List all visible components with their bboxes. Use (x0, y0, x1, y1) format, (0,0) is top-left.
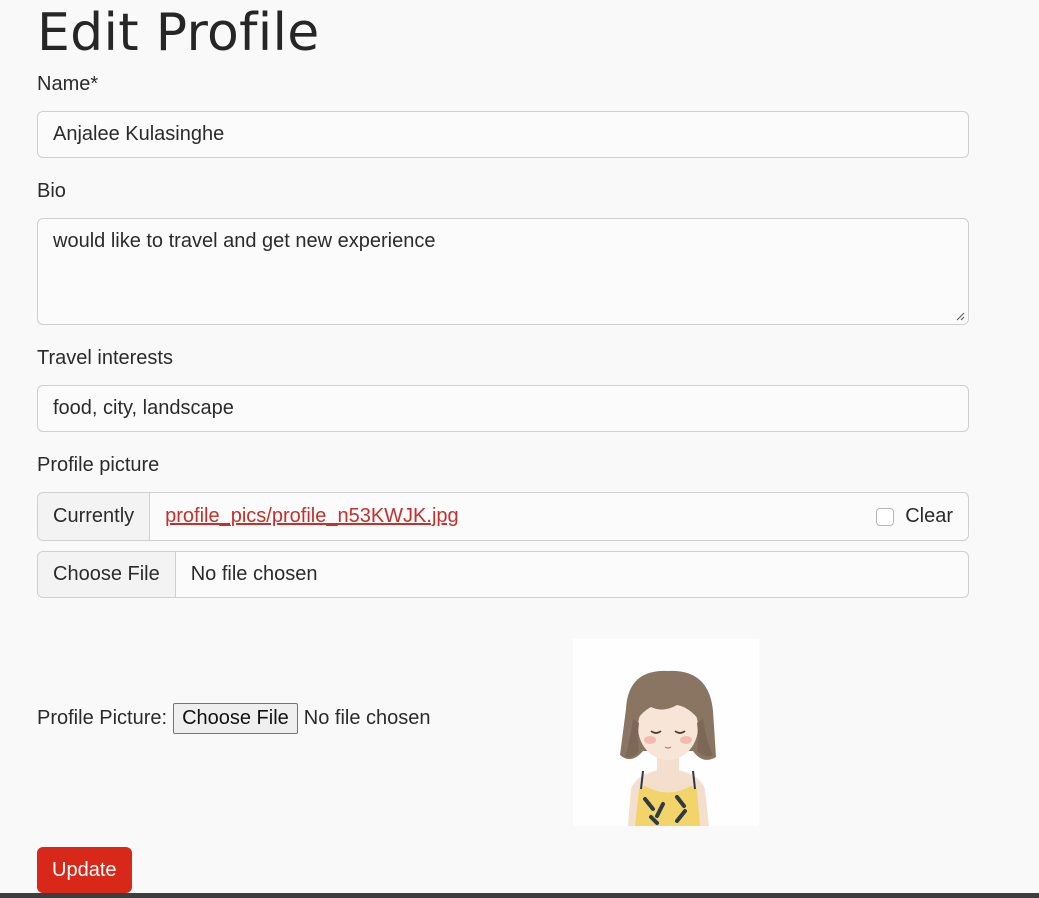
clear-control[interactable]: Clear (876, 505, 953, 528)
page-title: Edit Profile (37, 3, 320, 63)
pp-file-status: No file chosen (303, 707, 431, 729)
resize-handle-icon[interactable] (955, 311, 965, 321)
avatar (573, 639, 759, 826)
update-button[interactable]: Update (37, 847, 132, 893)
file-status: No file chosen (190, 563, 318, 585)
bio-textarea-value: would like to travel and get new experie… (53, 230, 436, 252)
name-input[interactable]: Anjalee Kulasinghe (37, 111, 969, 158)
name-input-value: Anjalee Kulasinghe (53, 123, 225, 145)
pp-choose-file-button[interactable]: Choose File (173, 703, 298, 734)
avatar-illustration (620, 670, 716, 826)
choose-file-button[interactable]: Choose File (38, 552, 176, 597)
bottom-divider (0, 893, 1039, 898)
clear-label: Clear (905, 505, 953, 527)
currently-addon: Currently (38, 493, 151, 540)
clear-checkbox[interactable] (876, 507, 895, 526)
current-picture-group: Currently profile_pics/profile_n53KWJK.j… (37, 492, 969, 541)
interests-input-value: food, city, landscape (53, 397, 234, 419)
profile-picture-row: Profile Picture: Choose File No file cho… (37, 703, 431, 734)
picture-label: Profile picture (37, 454, 160, 476)
bio-label: Bio (37, 180, 66, 202)
pp-label: Profile Picture: (37, 707, 168, 729)
name-label: Name* (37, 73, 99, 95)
current-file-link[interactable]: profile_pics/profile_n53KWJK.jpg (165, 505, 459, 528)
interests-input[interactable]: food, city, landscape (37, 385, 969, 432)
file-input-group[interactable]: Choose File No file chosen (37, 551, 969, 598)
bio-textarea[interactable]: would like to travel and get new experie… (37, 218, 969, 325)
interests-label: Travel interests (37, 347, 173, 369)
